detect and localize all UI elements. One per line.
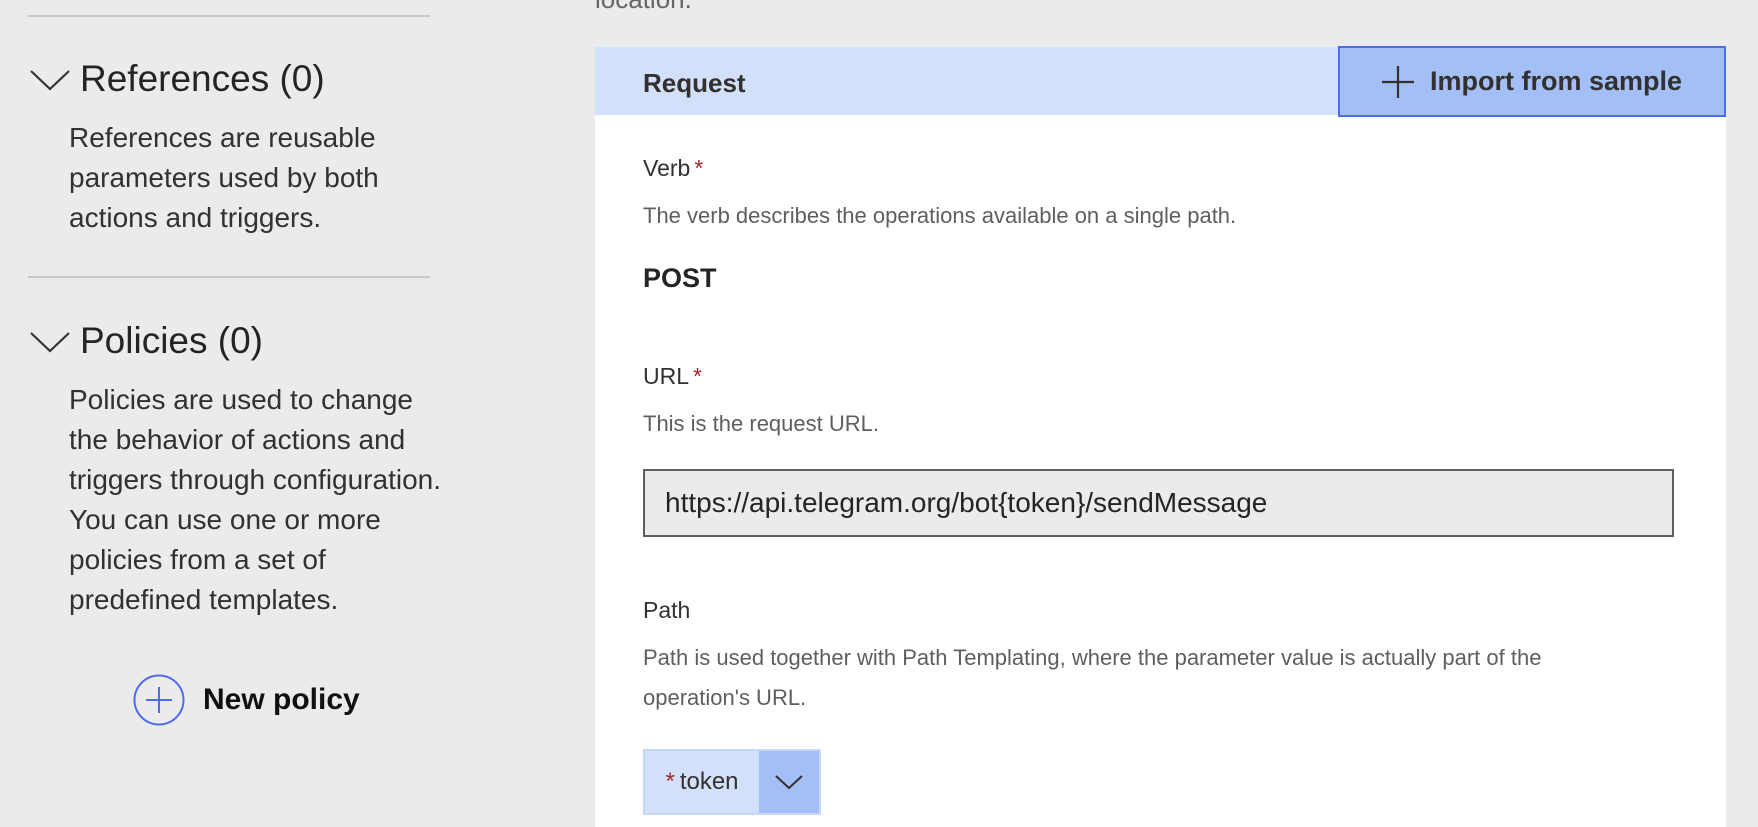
url-description: This is the request URL. xyxy=(643,411,879,436)
references-section-header[interactable]: References (0) xyxy=(28,58,325,100)
token-required-mark: * xyxy=(665,768,675,795)
sidebar-divider-top xyxy=(28,15,430,17)
url-input[interactable] xyxy=(643,469,1674,537)
new-policy-label: New policy xyxy=(203,683,360,716)
token-parameter-chip[interactable]: * token xyxy=(643,749,821,815)
verb-description: The verb describes the operations availa… xyxy=(643,203,1237,228)
verb-label: Verb * xyxy=(643,155,703,182)
references-description: References are reusable parameters used … xyxy=(69,122,379,233)
policies-description: Policies are used to change the behavior… xyxy=(69,384,441,615)
url-required-mark: * xyxy=(693,363,702,389)
url-label: URL * xyxy=(643,363,702,390)
chevron-down-icon[interactable] xyxy=(28,59,72,99)
plus-icon xyxy=(1382,65,1414,98)
token-dropdown-button[interactable] xyxy=(759,751,819,813)
token-parameter-label[interactable]: * token xyxy=(645,751,759,813)
token-name: token xyxy=(679,768,739,795)
circle-plus-icon xyxy=(133,674,185,726)
request-title: Request xyxy=(643,68,746,98)
location-text: location. xyxy=(595,0,692,15)
path-label: Path xyxy=(643,597,691,623)
sidebar-divider-middle xyxy=(28,276,430,278)
request-panel: Request Import from sample Verb * The ver… xyxy=(595,46,1726,827)
references-title: References (0) xyxy=(80,58,325,99)
new-policy-button[interactable]: New policy xyxy=(133,674,360,726)
verb-required-mark: * xyxy=(694,155,704,181)
path-description: Path is used together with Path Templati… xyxy=(643,645,1542,710)
verb-value: POST xyxy=(643,263,717,293)
chevron-down-icon[interactable] xyxy=(28,321,72,361)
chevron-down-icon xyxy=(775,775,803,790)
policies-section-header[interactable]: Policies (0) xyxy=(28,320,263,362)
import-from-sample-button[interactable]: Import from sample xyxy=(1338,46,1726,117)
import-from-sample-label: Import from sample xyxy=(1430,66,1683,96)
url-label-text: URL xyxy=(643,363,690,389)
verb-label-text: Verb xyxy=(643,155,691,181)
policies-title: Policies (0) xyxy=(80,320,263,361)
